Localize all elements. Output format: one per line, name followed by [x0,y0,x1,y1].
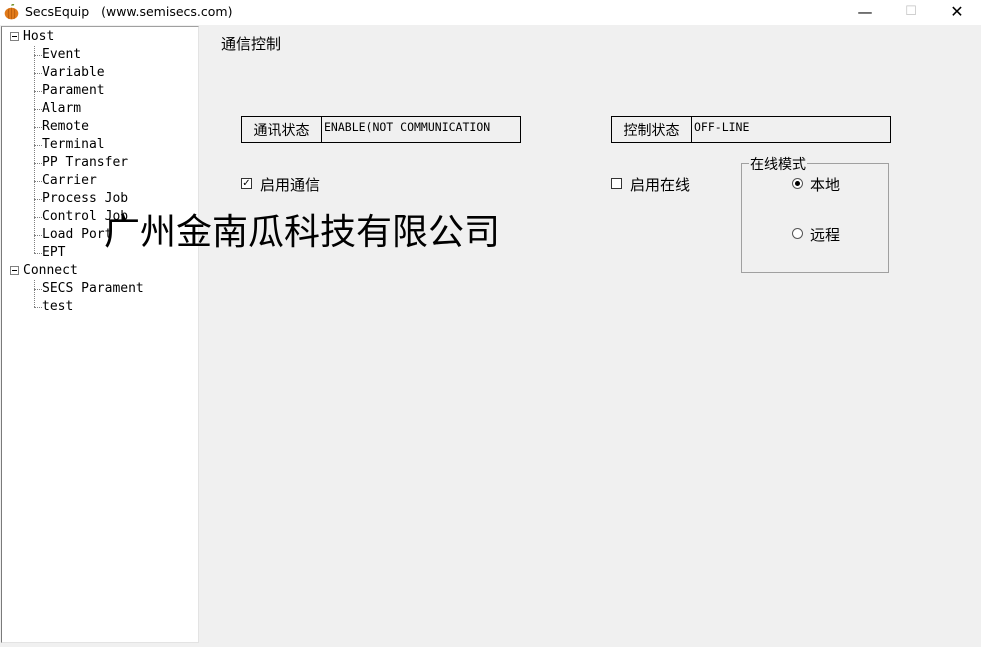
tree-connector [34,91,42,92]
tree-connector [34,73,42,74]
online-mode-title: 在线模式 [749,154,807,174]
collapse-icon[interactable] [10,32,19,41]
tree-node-ept[interactable]: EPT [42,244,65,262]
tree-connector [34,199,42,200]
window-title: SecsEquip (www.semisecs.com) [25,4,233,19]
app-icon [4,4,19,20]
enable-comm-checkbox[interactable]: ✓ [241,178,252,189]
tree-node-parament[interactable]: Parament [42,82,105,100]
tree-connector [34,55,42,56]
minimize-button[interactable]: — [842,0,888,25]
tree-node-remote[interactable]: Remote [42,118,89,136]
remote-radio[interactable] [792,228,803,239]
maximize-button[interactable]: ☐ [888,0,934,25]
radio-selected-dot [795,181,800,186]
tree-node-terminal[interactable]: Terminal [42,136,105,154]
section-title: 通信控制 [221,35,282,53]
tree-connector [34,307,42,308]
control-status-label: 控制状态 [612,117,692,142]
control-status-value: OFF-LINE [694,120,750,134]
tree-connector [34,127,42,128]
enable-comm-label[interactable]: 启用通信 [260,174,320,195]
remote-radio-label[interactable]: 远程 [810,224,840,245]
tree-node-carrier[interactable]: Carrier [42,172,97,190]
tree-connector [34,163,42,164]
tree-connector [34,217,42,218]
comm-status-value: ENABLE(NOT COMMUNICATION [324,120,491,134]
tree-node-test[interactable]: test [42,298,73,316]
tree-connector-line [34,280,35,307]
close-button[interactable]: ✕ [934,0,980,25]
checkmark-icon: ✓ [242,178,251,189]
tree-connector [34,253,42,254]
collapse-icon[interactable] [10,266,19,275]
tree-node-connect[interactable]: Connect [23,262,78,280]
enable-online-checkbox[interactable] [611,178,622,189]
tree-connector-line [34,46,35,253]
tree-connector [34,109,42,110]
tree-node-load-port[interactable]: Load Port [42,226,112,244]
company-watermark: 广州金南瓜科技有限公司 [104,212,501,253]
tree-connector [34,235,42,236]
tree-connector [34,181,42,182]
tree-connector [34,145,42,146]
tree-node-event[interactable]: Event [42,46,81,64]
tree-node-alarm[interactable]: Alarm [42,100,81,118]
local-radio-label[interactable]: 本地 [810,174,840,195]
comm-status-box: 通讯状态 ENABLE(NOT COMMUNICATION [241,116,521,143]
tree-connector [34,289,42,290]
control-status-box: 控制状态 OFF-LINE [611,116,891,143]
enable-online-label[interactable]: 启用在线 [630,174,690,195]
title-bar[interactable]: SecsEquip (www.semisecs.com) — ☐ ✕ [0,0,981,25]
navigation-tree[interactable]: Host Event Variable Parament Alarm Remot… [1,26,199,643]
local-radio[interactable] [792,178,803,189]
tree-node-host[interactable]: Host [23,28,54,46]
comm-status-label: 通讯状态 [242,117,322,142]
tree-node-secs-parament[interactable]: SECS Parament [42,280,144,298]
tree-node-variable[interactable]: Variable [42,64,105,82]
tree-node-pp-transfer[interactable]: PP Transfer [42,154,128,172]
